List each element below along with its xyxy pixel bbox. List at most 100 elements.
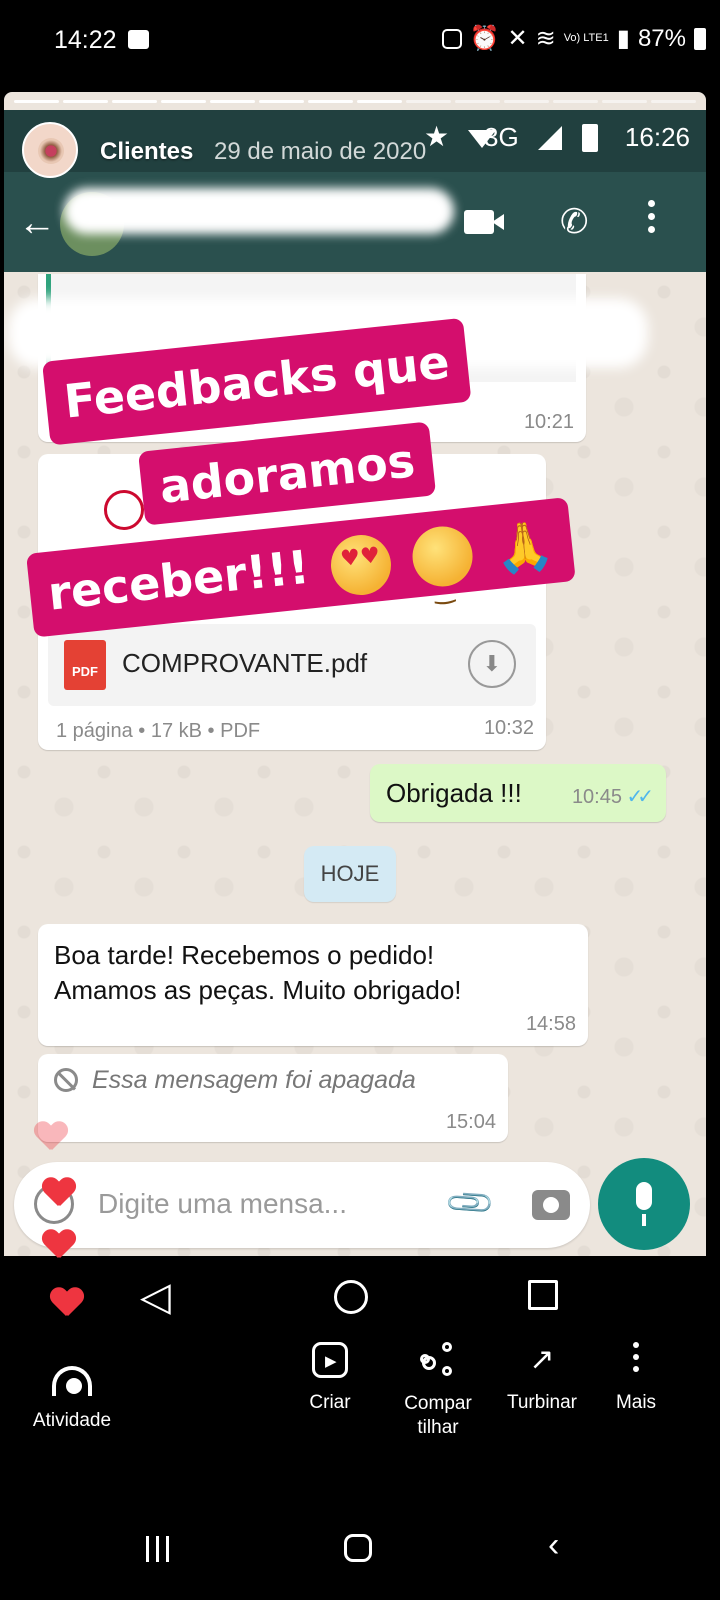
back-chevron-icon[interactable]: ‹ <box>548 1526 559 1565</box>
story-actions-bar: Atividade Criar Compar tilhar ↗ Turbinar… <box>0 1342 720 1482</box>
message-time: 10:32 <box>483 717 534 739</box>
share-label-line2: tilhar <box>417 1417 459 1438</box>
device-time: 14:22 <box>54 26 117 54</box>
progress-segment <box>406 100 451 103</box>
more-vertical-icon <box>633 1342 639 1378</box>
heart-icon <box>42 1178 76 1208</box>
star-icon: ★ <box>424 121 450 152</box>
heart-icon <box>50 1288 84 1318</box>
message-input-placeholder[interactable]: Digite uma mensa... <box>98 1188 347 1220</box>
message-input-bar[interactable]: Digite uma mensa... 📎 <box>14 1162 590 1248</box>
battery-icon <box>694 27 706 50</box>
eye-icon <box>52 1366 92 1396</box>
message-text: Obrigada !!! <box>386 778 522 808</box>
story-progress-bar <box>14 100 696 103</box>
boost-button[interactable]: ↗ Turbinar <box>498 1342 586 1414</box>
signal-icon <box>538 126 562 150</box>
screenshot-nav-bar <box>4 1256 706 1342</box>
activity-button[interactable]: Atividade <box>20 1356 124 1432</box>
home-circle-icon <box>334 1280 368 1314</box>
app-notification-icon <box>441 28 462 49</box>
carrier-label: Vo) LTE1 <box>563 32 609 44</box>
screenshot-time: 16:26 <box>624 122 690 152</box>
battery-percent: 87% <box>637 24 686 52</box>
smiling-face-with-hearts-icon <box>328 531 395 598</box>
battery-icon <box>582 124 598 152</box>
message-text: Boa tarde! Recebemos o pedido! Amamos as… <box>54 940 462 1005</box>
reels-icon <box>312 1342 348 1378</box>
mute-icon: ✕ <box>507 25 528 52</box>
message-text: Essa mensagem foi apagada <box>92 1066 416 1094</box>
progress-segment <box>651 100 696 103</box>
outgoing-message-bubble[interactable]: Obrigada !!! 10:45 ✓✓ <box>370 764 666 822</box>
download-icon[interactable]: ⬇ <box>468 640 516 688</box>
story-profile-avatar[interactable] <box>22 122 78 178</box>
incoming-message-bubble[interactable]: Boa tarde! Recebemos o pedido! Amamos as… <box>38 924 588 1046</box>
story-frame[interactable]: ★ 3G 16:26 Clientes 29 de maio de 2020 ←… <box>4 92 706 1342</box>
message-time: 10:45 <box>571 786 622 808</box>
progress-segment <box>553 100 598 103</box>
heart-icon <box>34 1122 68 1152</box>
progress-segment <box>455 100 500 103</box>
phone-call-icon[interactable]: ✆ <box>560 202 589 242</box>
mic-icon <box>636 1182 652 1210</box>
mic-button[interactable] <box>598 1158 690 1250</box>
story-date: 29 de maio de 2020 <box>214 138 427 165</box>
message-time: 14:58 <box>525 1013 576 1035</box>
deleted-message-bubble[interactable]: Essa mensagem foi apagada 15:04 <box>38 1054 508 1142</box>
attach-icon[interactable]: 📎 <box>442 1175 497 1230</box>
heart-eyes-icon <box>409 522 476 589</box>
pdf-file-icon: PDF <box>64 640 106 690</box>
read-receipt-icon: ✓✓ <box>626 786 653 808</box>
sticker-text: receber!!! <box>45 539 312 621</box>
video-call-icon[interactable] <box>464 210 504 234</box>
camera-icon[interactable] <box>532 1190 570 1220</box>
progress-segment <box>357 100 402 103</box>
progress-segment <box>259 100 304 103</box>
create-label: Criar <box>309 1392 351 1413</box>
deleted-icon <box>54 1068 78 1092</box>
share-label-line1: Compar <box>404 1393 472 1414</box>
signal-icon: ▮ <box>616 25 630 52</box>
progress-segment <box>308 100 353 103</box>
file-meta: 1 página • 17 kB • PDF <box>56 720 261 742</box>
date-divider: HOJE <box>304 846 396 902</box>
progress-segment <box>14 100 59 103</box>
progress-segment <box>161 100 206 103</box>
recents-square-icon <box>528 1280 558 1310</box>
device-nav-bar: ‹ <box>0 1500 720 1600</box>
trending-up-icon: ↗ <box>529 1343 555 1376</box>
mic-stand <box>642 1214 646 1226</box>
redaction-scribble <box>64 188 454 234</box>
message-time: 10:21 <box>523 411 574 433</box>
share-button[interactable]: Compar tilhar <box>390 1342 486 1440</box>
image-notification-icon <box>128 30 149 49</box>
progress-segment <box>210 100 255 103</box>
status-icons: ⏰ ✕ ≋ Vo) LTE1 ▮ 87% <box>441 24 706 53</box>
progress-segment <box>63 100 108 103</box>
message-time: 15:04 <box>445 1111 496 1133</box>
share-icon <box>420 1342 456 1378</box>
alarm-icon: ⏰ <box>469 25 500 52</box>
activity-label: Atividade <box>32 1410 112 1431</box>
progress-segment <box>504 100 549 103</box>
more-button[interactable]: Mais <box>600 1342 672 1414</box>
story-account-name[interactable]: Clientes <box>100 138 193 166</box>
back-arrow-icon[interactable]: ← <box>18 202 56 245</box>
file-attachment[interactable]: PDF COMPROVANTE.pdf ⬇ <box>48 624 536 706</box>
file-name: COMPROVANTE.pdf <box>122 648 368 678</box>
recents-icon[interactable] <box>146 1536 169 1562</box>
heart-icon <box>42 1230 76 1260</box>
create-button[interactable]: Criar <box>290 1342 370 1414</box>
home-icon[interactable] <box>344 1534 372 1562</box>
bank-logo-icon <box>104 490 144 530</box>
folded-hands-icon: 🙏 <box>491 516 557 579</box>
network-type: 3G <box>484 122 519 152</box>
wifi-icon: ≋ <box>535 25 556 52</box>
boost-label: Turbinar <box>506 1392 578 1413</box>
more-options-icon[interactable] <box>648 200 656 233</box>
device-status-bar: 14:22 ⏰ ✕ ≋ Vo) LTE1 ▮ 87% <box>0 0 720 82</box>
progress-segment <box>602 100 647 103</box>
flower-logo-icon <box>38 138 64 164</box>
back-triangle-icon <box>140 1274 171 1320</box>
